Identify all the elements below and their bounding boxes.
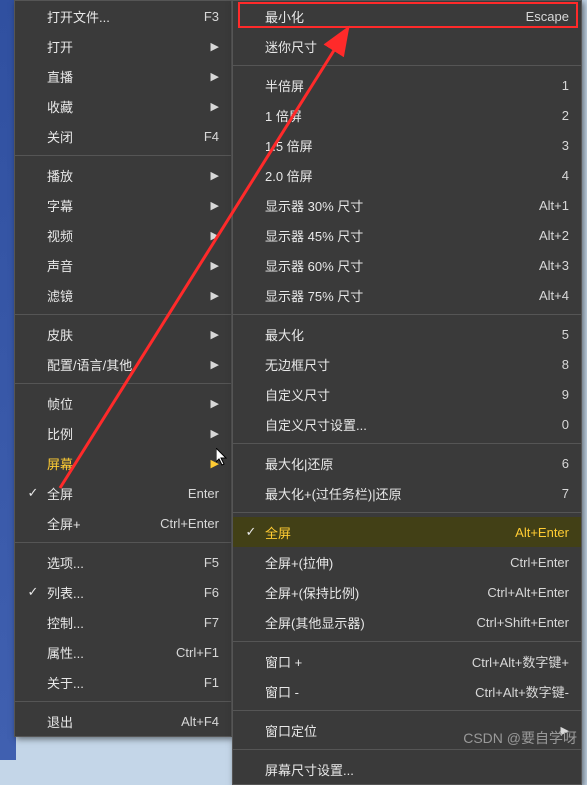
chevron-right-icon: ▶ bbox=[211, 397, 219, 410]
submenu-disp-75[interactable]: 显示器 75% 尺寸Alt+4 bbox=[233, 280, 581, 310]
menu-screen[interactable]: 屏幕▶ bbox=[15, 448, 231, 478]
menu-live[interactable]: 直播▶ bbox=[15, 61, 231, 91]
separator bbox=[15, 155, 231, 156]
menu-close[interactable]: 关闭F4 bbox=[15, 121, 231, 151]
submenu-borderless[interactable]: 无边框尺寸8 bbox=[233, 349, 581, 379]
menu-frame[interactable]: 帧位▶ bbox=[15, 388, 231, 418]
separator bbox=[233, 641, 581, 642]
menu-ratio[interactable]: 比例▶ bbox=[15, 418, 231, 448]
submenu-max-restore[interactable]: 最大化|还原6 bbox=[233, 448, 581, 478]
submenu-disp-60[interactable]: 显示器 60% 尺寸Alt+3 bbox=[233, 250, 581, 280]
submenu-custom[interactable]: 自定义尺寸9 bbox=[233, 379, 581, 409]
menu-control[interactable]: 控制...F7 bbox=[15, 607, 231, 637]
menu-fullscreen[interactable]: ✓全屏Enter bbox=[15, 478, 231, 508]
submenu-custom-settings[interactable]: 自定义尺寸设置...0 bbox=[233, 409, 581, 439]
chevron-right-icon: ▶ bbox=[211, 70, 219, 83]
menu-open[interactable]: 打开▶ bbox=[15, 31, 231, 61]
submenu-fullscreen-stretch[interactable]: 全屏+(拉伸)Ctrl+Enter bbox=[233, 547, 581, 577]
separator bbox=[15, 701, 231, 702]
menu-fullscreen-plus[interactable]: 全屏+Ctrl+Enter bbox=[15, 508, 231, 538]
separator bbox=[15, 383, 231, 384]
submenu-disp-30[interactable]: 显示器 30% 尺寸Alt+1 bbox=[233, 190, 581, 220]
submenu-half[interactable]: 半倍屏1 bbox=[233, 70, 581, 100]
check-icon: ✓ bbox=[241, 524, 261, 540]
submenu-1x[interactable]: 1 倍屏2 bbox=[233, 100, 581, 130]
chevron-right-icon: ▶ bbox=[211, 169, 219, 182]
submenu-window-minus[interactable]: 窗口 -Ctrl+Alt+数字键- bbox=[233, 676, 581, 706]
chevron-right-icon: ▶ bbox=[211, 289, 219, 302]
submenu-window-plus[interactable]: 窗口 +Ctrl+Alt+数字键+ bbox=[233, 646, 581, 676]
chevron-right-icon: ▶ bbox=[211, 40, 219, 53]
separator bbox=[15, 314, 231, 315]
submenu-fullscreen-other[interactable]: 全屏(其他显示器)Ctrl+Shift+Enter bbox=[233, 607, 581, 637]
menu-favorites[interactable]: 收藏▶ bbox=[15, 91, 231, 121]
separator bbox=[233, 314, 581, 315]
screen-submenu: 最小化Escape 迷你尺寸 半倍屏1 1 倍屏2 1.5 倍屏3 2.0 倍屏… bbox=[232, 0, 582, 785]
submenu-fullscreen[interactable]: ✓全屏Alt+Enter bbox=[233, 517, 581, 547]
menu-skin[interactable]: 皮肤▶ bbox=[15, 319, 231, 349]
check-icon: ✓ bbox=[23, 584, 43, 600]
check-icon: ✓ bbox=[23, 485, 43, 501]
submenu-fullscreen-keep[interactable]: 全屏+(保持比例)Ctrl+Alt+Enter bbox=[233, 577, 581, 607]
chevron-right-icon: ▶ bbox=[211, 229, 219, 242]
chevron-right-icon: ▶ bbox=[211, 199, 219, 212]
submenu-minimize[interactable]: 最小化Escape bbox=[233, 1, 581, 31]
separator bbox=[233, 443, 581, 444]
submenu-maximize[interactable]: 最大化5 bbox=[233, 319, 581, 349]
chevron-right-icon: ▶ bbox=[211, 100, 219, 113]
submenu-disp-45[interactable]: 显示器 45% 尺寸Alt+2 bbox=[233, 220, 581, 250]
menu-audio[interactable]: 声音▶ bbox=[15, 250, 231, 280]
chevron-right-icon: ▶ bbox=[211, 427, 219, 440]
chevron-right-icon: ▶ bbox=[211, 259, 219, 272]
menu-options[interactable]: 选项...F5 bbox=[15, 547, 231, 577]
menu-config[interactable]: 配置/语言/其他▶ bbox=[15, 349, 231, 379]
chevron-right-icon: ▶ bbox=[211, 358, 219, 371]
menu-properties[interactable]: 属性...Ctrl+F1 bbox=[15, 637, 231, 667]
menu-open-file[interactable]: 打开文件...F3 bbox=[15, 1, 231, 31]
menu-list[interactable]: ✓列表...F6 bbox=[15, 577, 231, 607]
submenu-2x[interactable]: 2.0 倍屏4 bbox=[233, 160, 581, 190]
menu-video[interactable]: 视频▶ bbox=[15, 220, 231, 250]
separator bbox=[233, 512, 581, 513]
watermark-text: CSDN @要自学呀 bbox=[463, 728, 577, 748]
submenu-mini-size[interactable]: 迷你尺寸 bbox=[233, 31, 581, 61]
separator bbox=[15, 542, 231, 543]
submenu-1-5x[interactable]: 1.5 倍屏3 bbox=[233, 130, 581, 160]
menu-filter[interactable]: 滤镜▶ bbox=[15, 280, 231, 310]
main-context-menu: 打开文件...F3 打开▶ 直播▶ 收藏▶ 关闭F4 播放▶ 字幕▶ 视频▶ 声… bbox=[14, 0, 232, 737]
chevron-right-icon: ▶ bbox=[211, 328, 219, 341]
menu-exit[interactable]: 退出Alt+F4 bbox=[15, 706, 231, 736]
submenu-max-taskbar[interactable]: 最大化+(过任务栏)|还原7 bbox=[233, 478, 581, 508]
separator bbox=[233, 710, 581, 711]
submenu-screen-settings[interactable]: 屏幕尺寸设置... bbox=[233, 754, 581, 784]
chevron-right-icon: ▶ bbox=[211, 457, 219, 470]
separator bbox=[233, 65, 581, 66]
menu-about[interactable]: 关于...F1 bbox=[15, 667, 231, 697]
separator bbox=[233, 749, 581, 750]
menu-play[interactable]: 播放▶ bbox=[15, 160, 231, 190]
menu-subtitle[interactable]: 字幕▶ bbox=[15, 190, 231, 220]
